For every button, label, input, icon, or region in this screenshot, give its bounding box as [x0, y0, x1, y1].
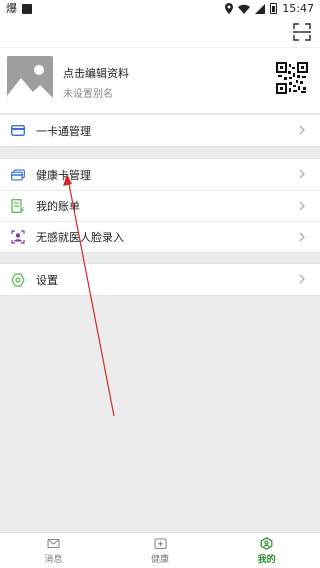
- menu-item-settings[interactable]: 设置: [0, 264, 320, 295]
- message-icon: [47, 538, 60, 548]
- chevron-right-icon: [299, 274, 305, 284]
- battery-icon: [270, 3, 278, 14]
- wifi-icon: [238, 4, 251, 14]
- tab-label: 我的: [257, 554, 276, 565]
- menu-item-label: 设置: [36, 273, 58, 287]
- menu-item-health-card[interactable]: 健康卡管理: [0, 159, 320, 190]
- bill-icon: ¥: [11, 199, 25, 213]
- mine-icon: [260, 536, 273, 550]
- profile-alias: 未设置别名: [63, 89, 113, 100]
- tab-health[interactable]: 健康: [107, 533, 214, 568]
- top-bar: [0, 17, 320, 47]
- chevron-right-icon: [299, 201, 305, 211]
- tab-label: 消息: [44, 554, 63, 565]
- health-card-icon: [11, 168, 25, 182]
- image-placeholder-icon[interactable]: [7, 56, 53, 102]
- chevron-right-icon: [299, 125, 305, 135]
- scan-icon[interactable]: [292, 22, 312, 42]
- notification-glyph: 爆: [6, 2, 17, 15]
- menu-item-label: 无感就医人脸录入: [36, 231, 124, 244]
- tab-label: 健康: [151, 554, 170, 565]
- menu-item-label: 健康卡管理: [36, 168, 91, 182]
- health-icon: [153, 537, 167, 549]
- qr-code-icon[interactable]: [276, 62, 308, 94]
- notification-square-icon: [22, 3, 32, 14]
- menu-item-label: 我的账单: [36, 200, 80, 213]
- menu-group-card: 一卡通管理: [0, 114, 320, 147]
- status-time: 15:47: [282, 2, 314, 15]
- status-right: 15:47: [225, 2, 314, 15]
- menu-item-card-management[interactable]: 一卡通管理: [0, 115, 320, 146]
- profile-name[interactable]: 点击编辑资料: [63, 65, 129, 81]
- menu-item-my-bill[interactable]: ¥ 我的账单: [0, 190, 320, 221]
- settings-icon: [11, 272, 25, 287]
- menu-group-settings: 设置: [0, 263, 320, 296]
- status-left: 爆: [6, 3, 32, 14]
- location-icon: [225, 3, 234, 14]
- menu-item-face-entry[interactable]: 无感就医人脸录入: [0, 221, 320, 252]
- chevron-right-icon: [299, 232, 305, 242]
- status-bar: 爆 15:47: [0, 0, 320, 17]
- card-icon: [11, 124, 25, 138]
- face-icon: [11, 230, 25, 244]
- svg-text:¥: ¥: [20, 206, 25, 213]
- tab-messages[interactable]: 消息: [0, 533, 107, 568]
- tab-mine[interactable]: 我的: [213, 533, 320, 568]
- bottom-tab-bar: 消息 健康 我的: [0, 532, 320, 568]
- profile-card[interactable]: 点击编辑资料 未设置别名: [0, 47, 320, 113]
- menu-group-health: 健康卡管理 ¥ 我的账单 无感就医人脸录入: [0, 158, 320, 253]
- menu-item-label: 一卡通管理: [36, 124, 91, 138]
- signal-icon: [255, 3, 266, 14]
- chevron-right-icon: [299, 169, 305, 179]
